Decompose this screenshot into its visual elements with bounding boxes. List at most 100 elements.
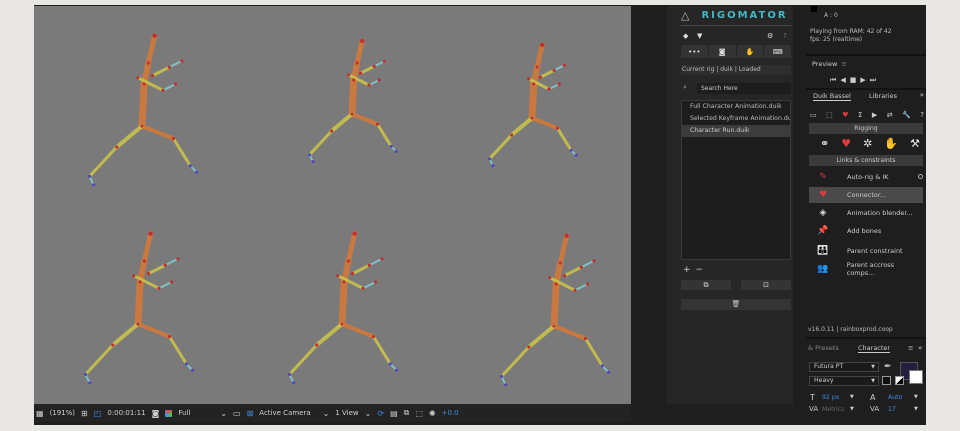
joint-controller[interactable] (552, 68, 556, 72)
tab-character[interactable]: Character (858, 344, 891, 353)
font-family-select[interactable]: Futura PT ▼ (809, 362, 879, 372)
joint-controller[interactable] (132, 274, 136, 278)
joint-controller[interactable] (174, 82, 178, 86)
help-icon[interactable]: ? (920, 111, 924, 121)
joint-controller[interactable] (171, 137, 176, 141)
wrench-icon[interactable]: 🔧 (902, 111, 911, 121)
joint-controller[interactable] (315, 343, 319, 347)
joint-controller[interactable] (292, 381, 296, 385)
hand-icon[interactable]: ✋ (736, 45, 764, 58)
joint-controller[interactable] (350, 272, 355, 276)
eyedropper-icon[interactable]: ✒ (884, 362, 892, 372)
region-icon[interactable]: ⊞ (81, 409, 88, 418)
grid-icon[interactable]: ▦ (36, 409, 44, 418)
joint-controller[interactable] (527, 77, 531, 81)
joint-controller[interactable] (180, 59, 184, 63)
tracking-value[interactable]: 17 (888, 406, 896, 413)
character-rig[interactable] (87, 33, 199, 187)
joint-controller[interactable] (161, 88, 165, 92)
joint-controller[interactable] (554, 282, 558, 286)
swap-colors-icon[interactable] (895, 376, 904, 385)
joint-controller[interactable] (562, 63, 566, 67)
camera-snapshot-icon[interactable]: ◙ (152, 409, 160, 418)
help-icon[interactable]: ? (783, 32, 787, 40)
mask-icon[interactable]: ◰ (94, 409, 102, 418)
joint-controller[interactable] (87, 174, 92, 178)
tool-animation-blender[interactable]: ◈ Animation blender... (809, 205, 923, 221)
gear-icon[interactable]: ✲ (863, 137, 872, 153)
joint-controller[interactable] (195, 170, 199, 174)
joint-controller[interactable] (382, 59, 386, 63)
joint-controller[interactable] (361, 286, 365, 290)
joint-controller[interactable] (538, 75, 543, 79)
joint-controller[interactable] (136, 322, 140, 326)
joint-controller[interactable] (287, 372, 292, 376)
character-rig[interactable] (307, 38, 398, 164)
joint-controller[interactable] (491, 164, 495, 168)
joint-controller[interactable] (527, 345, 531, 349)
rig-file-item[interactable]: Character Run.duik (682, 125, 790, 137)
color-channels-icon[interactable] (165, 409, 173, 417)
joint-controller[interactable] (142, 82, 146, 86)
joint-controller[interactable] (150, 74, 155, 78)
keyboard-icon[interactable]: ⌨ (764, 45, 791, 58)
delete-button[interactable]: 🗑 (681, 299, 791, 310)
joint-controller[interactable] (152, 33, 157, 38)
character-rig[interactable] (287, 231, 399, 385)
joint-controller[interactable] (170, 280, 174, 284)
tab-duik-bassel[interactable]: Duik Bassel (813, 92, 851, 101)
move-up-icon[interactable]: ◆ (683, 32, 688, 40)
joint-controller[interactable] (336, 274, 340, 278)
joint-controller[interactable] (115, 145, 119, 149)
joint-controller[interactable] (83, 372, 88, 376)
3d-icon[interactable]: ⬚ (415, 409, 423, 418)
expand-icon[interactable]: » (918, 344, 922, 352)
joint-controller[interactable] (579, 265, 583, 269)
joint-controller[interactable] (146, 61, 150, 65)
joint-controller[interactable] (504, 383, 508, 387)
joint-controller[interactable] (111, 343, 115, 347)
no-fill-icon[interactable] (882, 376, 891, 385)
joint-controller[interactable] (569, 148, 573, 152)
joint-controller[interactable] (555, 126, 560, 130)
move-down-icon[interactable]: ▼ (697, 32, 702, 40)
font-style-select[interactable]: Heavy ▼ (809, 376, 879, 386)
rig-file-item[interactable]: Full Character Animation.duik (682, 101, 790, 113)
joint-controller[interactable] (388, 362, 392, 366)
camera-icon[interactable]: ◙ (708, 45, 736, 58)
character-rig[interactable] (487, 42, 578, 168)
selection-icon[interactable]: ⬚ (826, 111, 833, 121)
font-size-value[interactable]: 92 px (822, 394, 839, 401)
joint-controller[interactable] (367, 263, 371, 267)
joint-controller[interactable] (530, 116, 534, 120)
add-button[interactable]: + (683, 265, 696, 275)
timecode[interactable]: 0:00:01:11 (107, 409, 145, 417)
joint-controller[interactable] (352, 231, 357, 236)
joint-controller[interactable] (140, 124, 144, 128)
tool-parent-constraint[interactable]: 👪 Parent constraint (809, 243, 923, 259)
joint-controller[interactable] (176, 257, 180, 261)
joint-controller[interactable] (157, 286, 161, 290)
remove-button[interactable]: − (696, 265, 709, 275)
joint-controller[interactable] (163, 263, 167, 267)
connector-icon[interactable]: ♥ (841, 137, 851, 153)
joint-controller[interactable] (389, 144, 393, 148)
joint-controller[interactable] (607, 370, 611, 374)
tool-add-bones[interactable]: 📌 Add bones (809, 223, 923, 239)
joint-controller[interactable] (535, 65, 539, 69)
joint-controller[interactable] (340, 322, 344, 326)
joint-controller[interactable] (346, 259, 350, 263)
composition-viewer[interactable] (34, 6, 631, 404)
joint-controller[interactable] (148, 231, 153, 236)
next-frame-icon[interactable]: ▶ (860, 76, 869, 84)
joint-controller[interactable] (167, 335, 172, 339)
joint-controller[interactable] (586, 282, 590, 286)
joint-controller[interactable] (499, 374, 504, 378)
more-icon[interactable]: ••• (681, 45, 708, 58)
layout-icon[interactable]: ▤ (390, 409, 398, 418)
tab-presets[interactable]: & Presets (808, 344, 839, 352)
joint-controller[interactable] (371, 335, 376, 339)
joint-controller[interactable] (600, 364, 604, 368)
joint-controller[interactable] (184, 362, 188, 366)
joint-controller[interactable] (142, 259, 146, 263)
